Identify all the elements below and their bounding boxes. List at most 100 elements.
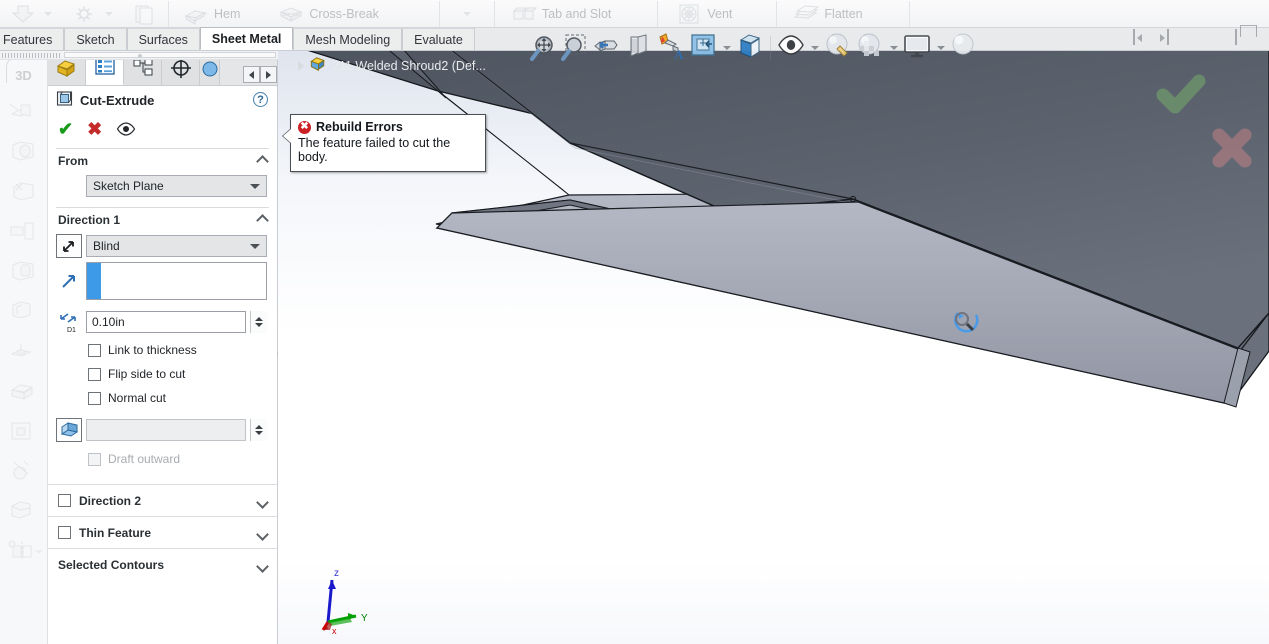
tab-sketch[interactable]: Sketch (64, 28, 127, 50)
tab-sheet-metal[interactable]: Sheet Metal (199, 27, 294, 50)
ribbon-command-label: Flatten (824, 6, 863, 21)
from-condition-select[interactable]: Sketch Plane (86, 175, 267, 197)
hem-icon (183, 3, 209, 25)
ribbon-command-vent[interactable]: Vent (660, 1, 740, 27)
link-to-thickness-row[interactable]: Link to thickness (48, 340, 277, 360)
tab-scroll-right-button[interactable] (260, 66, 277, 83)
tool-swept-cut[interactable] (0, 411, 48, 451)
ribbon-overflow-dropdown[interactable] (442, 1, 492, 27)
page-title: Cut-Extrude (80, 92, 155, 108)
reverse-direction-button[interactable] (56, 234, 82, 258)
chevron-down-icon[interactable] (460, 1, 474, 27)
command-manager-scrollbar[interactable] (0, 51, 278, 60)
end-condition-select[interactable]: Blind (86, 235, 267, 257)
ribbon-command-flatten[interactable]: Flatten (779, 1, 870, 27)
chevron-up-icon[interactable] (256, 214, 269, 228)
normal-cut-checkbox[interactable] (88, 391, 101, 405)
tool-linear-pattern[interactable] (0, 491, 48, 531)
tab-evaluate[interactable]: Evaluate (402, 28, 475, 50)
depth-stepper[interactable] (250, 311, 267, 333)
flip-side-to-cut-checkbox[interactable] (88, 367, 101, 381)
ribbon-command-hem[interactable]: Hem (171, 1, 248, 27)
gear-icon (71, 3, 97, 25)
normal-cut-row[interactable]: Normal cut (48, 388, 277, 408)
rebuild-errors-callout[interactable]: ✖ Rebuild Errors The feature failed to c… (283, 114, 486, 172)
tab-mesh-modeling[interactable]: Mesh Modeling (293, 28, 403, 50)
tab-surfaces[interactable]: Surfaces (126, 28, 200, 50)
property-manager-panel: Cut-Extrude ? ✔ ✖ From Sketch Plane Dire… (48, 51, 278, 644)
property-manager-header: Cut-Extrude ? (48, 86, 277, 114)
restore-panel-right-button[interactable] (1167, 29, 1187, 48)
expand-tree-icon[interactable] (298, 60, 304, 71)
restore-panel-left-button[interactable] (1133, 29, 1153, 48)
chevron-down-icon[interactable] (35, 550, 43, 554)
thin-feature-checkbox[interactable] (58, 526, 71, 539)
scrollbar-track[interactable] (64, 52, 276, 58)
chevron-down-icon[interactable] (256, 496, 269, 510)
confirm-ok-button[interactable] (1155, 73, 1207, 122)
restore-down-button[interactable] (1235, 29, 1261, 48)
tool-revolved-cut[interactable] (0, 371, 48, 411)
stepper-down-icon[interactable] (255, 323, 263, 327)
section-header-direction2[interactable]: Direction 2 (48, 484, 277, 516)
tool-revolved-boss[interactable] (0, 131, 48, 171)
chevron-down-icon[interactable] (256, 528, 269, 542)
selection-accent-bar (87, 263, 101, 299)
flip-side-to-cut-row[interactable]: Flip side to cut (48, 364, 277, 384)
ribbon-command-copy-pages[interactable] (124, 1, 166, 27)
stepper-down-icon[interactable] (255, 431, 263, 435)
chevron-down-icon[interactable] (102, 1, 116, 27)
solidworks-window: Hem Cross-Break Tab and Slot Vent Flatte… (0, 0, 1269, 644)
ribbon-command-tab-and-slot[interactable]: Tab and Slot (497, 1, 620, 27)
coordinate-triad: z Y x (306, 564, 386, 638)
help-button[interactable]: ? (253, 92, 268, 107)
tool-extruded-cut[interactable] (0, 291, 48, 331)
tool-mirror[interactable] (0, 531, 48, 571)
tool-fillet[interactable] (0, 451, 48, 491)
depth-input[interactable]: 0.10in (86, 311, 246, 333)
section-header-from[interactable]: From (48, 149, 277, 173)
section-header-thin-feature[interactable]: Thin Feature (48, 516, 277, 548)
ribbon-command-label: Vent (707, 6, 733, 21)
tool-lofted-boss[interactable] (0, 211, 48, 251)
cancel-button[interactable]: ✖ (87, 120, 102, 138)
chevron-up-icon[interactable] (256, 155, 269, 169)
tool-swept-boss[interactable] (0, 171, 48, 211)
stepper-up-icon[interactable] (255, 425, 263, 429)
section-header-direction1[interactable]: Direction 1 (48, 208, 277, 232)
tab-scroll-left-button[interactable] (243, 66, 260, 83)
scrollbar-grip[interactable] (2, 52, 62, 58)
stepper-up-icon[interactable] (255, 317, 263, 321)
preview-eye-icon[interactable] (116, 122, 136, 136)
callout-tail (283, 129, 291, 143)
chevron-down-icon[interactable] (256, 560, 269, 574)
ribbon-command-cross-break[interactable]: Cross-Break (248, 1, 386, 27)
graphics-area[interactable]: 211 Welded Shroud2 (Def... ✖ Rebuild Err… (278, 51, 1269, 644)
from-row: Sketch Plane (48, 173, 277, 199)
minimize-button[interactable] (1201, 30, 1221, 48)
draft-outward-checkbox (88, 452, 101, 466)
tool-extruded-boss[interactable] (0, 91, 48, 131)
property-manager-actions: ✔ ✖ (48, 114, 277, 144)
direction2-checkbox[interactable] (58, 494, 71, 507)
flip-side-to-cut-label: Flip side to cut (108, 367, 186, 381)
confirm-cancel-button[interactable] (1209, 125, 1255, 174)
swept-cut-icon (8, 418, 38, 444)
ribbon-command-label: Tab and Slot (541, 6, 612, 21)
ribbon-command-settings[interactable] (63, 1, 124, 27)
linear-pattern-icon (8, 498, 38, 524)
chevron-down-icon[interactable] (41, 1, 55, 27)
direction-selection-box[interactable] (86, 262, 267, 300)
tool-hole-wizard[interactable] (0, 331, 48, 371)
section-header-selected-contours[interactable]: Selected Contours (48, 548, 277, 580)
triad-z-label: z (334, 568, 339, 579)
tab-features[interactable]: Features (0, 28, 65, 50)
ok-button[interactable]: ✔ (58, 120, 73, 138)
document-tree-title[interactable]: 211 Welded Shroud2 (Def... (298, 56, 486, 75)
ribbon-command-import[interactable] (4, 1, 63, 27)
tool-boundary-boss[interactable] (0, 251, 48, 291)
link-to-thickness-checkbox[interactable] (88, 343, 101, 357)
draft-angle-input[interactable] (86, 419, 246, 441)
draft-angle-stepper[interactable] (250, 419, 267, 441)
draft-on-off-button[interactable] (56, 418, 82, 442)
